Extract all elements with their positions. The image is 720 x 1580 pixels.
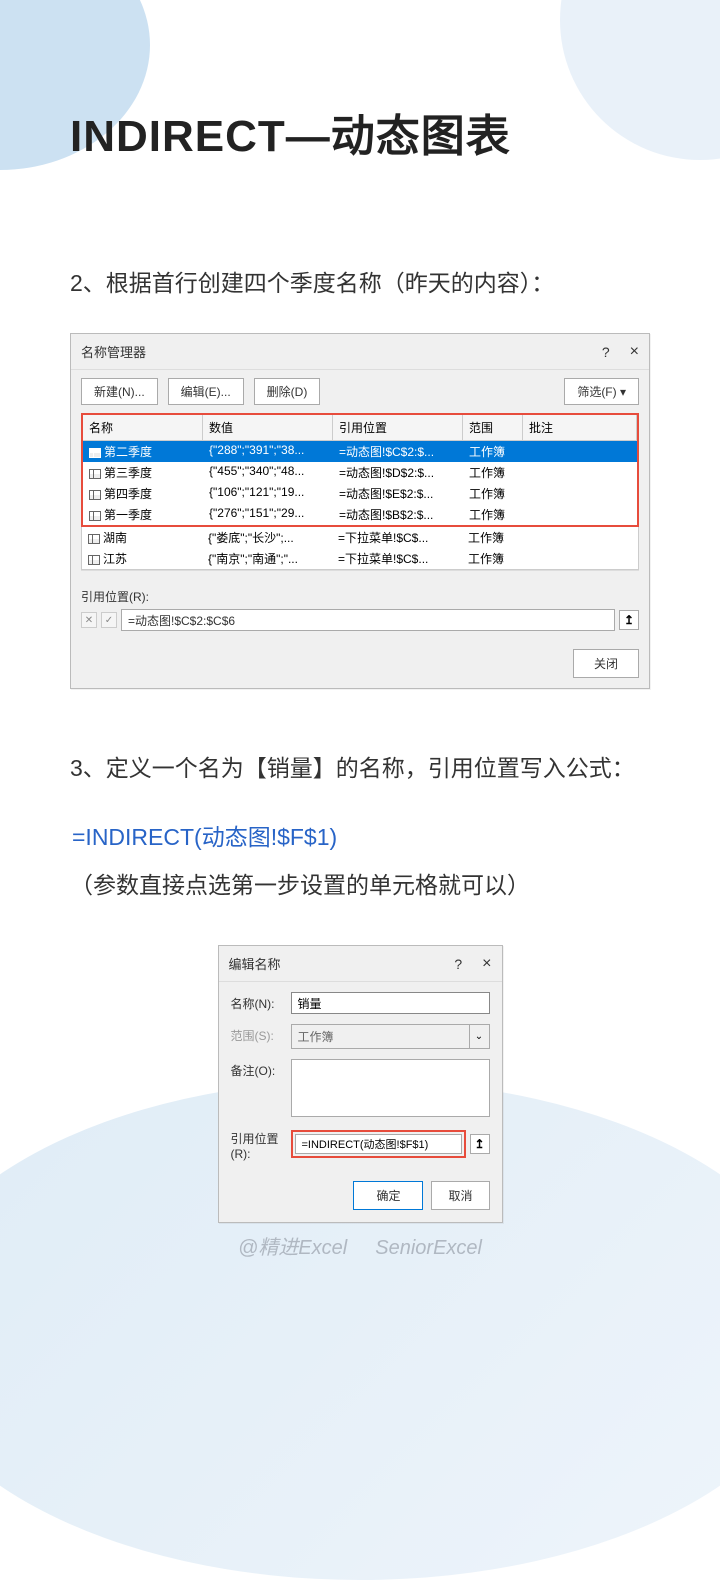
table-icon: [88, 534, 100, 544]
header-value[interactable]: 数值: [203, 415, 333, 440]
close-button[interactable]: 关闭: [573, 649, 639, 678]
collapse-button[interactable]: ↥: [619, 610, 639, 630]
header-name[interactable]: 名称: [83, 415, 203, 440]
table-row[interactable]: 湖南{"娄底";"长沙";...=下拉菜单!$C$...工作簿: [82, 527, 638, 548]
label-scope: 范围(S):: [231, 1024, 291, 1044]
table-icon: [88, 555, 100, 565]
delete-button[interactable]: 删除(D): [254, 378, 321, 405]
close-icon[interactable]: ×: [482, 955, 491, 973]
filter-button[interactable]: 筛选(F) ▾: [564, 378, 639, 405]
formula-text: =INDIRECT(动态图!$F$1): [70, 818, 650, 852]
table-row[interactable]: 第二季度{"288";"391";"38...=动态图!$C$2:$...工作簿: [83, 441, 637, 462]
edit-button[interactable]: 编辑(E)...: [168, 378, 244, 405]
note-text: （参数直接点选第一步设置的单元格就可以）: [70, 866, 650, 905]
help-icon[interactable]: ?: [602, 344, 610, 360]
dialog-title-text: 名称管理器: [81, 342, 602, 361]
name-list-highlighted: 名称 数值 引用位置 范围 批注 第二季度{"288";"391";"38...…: [81, 413, 639, 527]
help-icon[interactable]: ?: [454, 956, 462, 972]
table-row[interactable]: 第一季度{"276";"151";"29...=动态图!$B$2:$...工作簿: [83, 504, 637, 525]
confirm-edit-icon[interactable]: ✓: [101, 612, 117, 628]
table-icon: [89, 511, 101, 521]
cancel-edit-icon[interactable]: ✕: [81, 612, 97, 628]
list-header: 名称 数值 引用位置 范围 批注: [83, 415, 637, 441]
label-name: 名称(N):: [231, 992, 291, 1012]
dialog2-title-text: 编辑名称: [229, 954, 455, 973]
ref-section: 引用位置(R): ✕ ✓ ↥: [71, 580, 649, 639]
watermark: @精进Excel SeniorExcel: [0, 1231, 720, 1260]
table-icon: [89, 448, 101, 458]
close-icon[interactable]: ×: [630, 343, 639, 361]
cancel-button[interactable]: 取消: [431, 1181, 489, 1210]
comment-textarea[interactable]: [291, 1059, 490, 1117]
label-ref: 引用位置(R):: [231, 1127, 291, 1161]
chevron-down-icon: ⌄: [470, 1024, 490, 1049]
ref-highlight-box: [291, 1130, 466, 1158]
ref-input[interactable]: [121, 609, 615, 631]
table-icon: [89, 490, 101, 500]
scope-value: 工作簿: [291, 1024, 470, 1049]
header-ref[interactable]: 引用位置: [333, 415, 463, 440]
table-row[interactable]: 第三季度{"455";"340";"48...=动态图!$D$2:$...工作簿: [83, 462, 637, 483]
header-scope[interactable]: 范围: [463, 415, 523, 440]
ok-button[interactable]: 确定: [353, 1181, 423, 1210]
ref-formula-input[interactable]: [295, 1134, 462, 1154]
collapse-button[interactable]: ↥: [470, 1134, 490, 1154]
table-row[interactable]: 江苏{"南京";"南通";"...=下拉菜单!$C$...工作簿: [82, 548, 638, 569]
extra-rows: 湖南{"娄底";"长沙";...=下拉菜单!$C$...工作簿江苏{"南京";"…: [81, 527, 639, 570]
table-icon: [89, 469, 101, 479]
page-title: INDIRECT—动态图表: [70, 100, 650, 164]
ref-label: 引用位置(R):: [81, 588, 639, 605]
name-input[interactable]: [291, 992, 490, 1014]
new-button[interactable]: 新建(N)...: [81, 378, 158, 405]
dialog2-titlebar: 编辑名称 ? ×: [219, 946, 502, 982]
watermark-en: SeniorExcel: [375, 1237, 482, 1259]
step3-text: 3、定义一个名为【销量】的名称，引用位置写入公式：: [70, 749, 650, 788]
dialog-titlebar: 名称管理器 ? ×: [71, 334, 649, 370]
watermark-handle: @精进Excel: [238, 1237, 347, 1259]
header-note[interactable]: 批注: [523, 415, 637, 440]
toolbar: 新建(N)... 编辑(E)... 删除(D) 筛选(F) ▾: [71, 370, 649, 413]
step2-text: 2、根据首行创建四个季度名称（昨天的内容）：: [70, 264, 650, 303]
scope-select: 工作簿 ⌄: [291, 1024, 490, 1049]
edit-name-dialog: 编辑名称 ? × 名称(N): 范围(S): 工作簿 ⌄ 备注(O): 引用位置…: [218, 945, 503, 1223]
name-manager-dialog: 名称管理器 ? × 新建(N)... 编辑(E)... 删除(D) 筛选(F) …: [70, 333, 650, 689]
table-row[interactable]: 第四季度{"106";"121";"19...=动态图!$E$2:$...工作簿: [83, 483, 637, 504]
scroll-indicator[interactable]: [81, 570, 639, 580]
label-comment: 备注(O):: [231, 1059, 291, 1079]
